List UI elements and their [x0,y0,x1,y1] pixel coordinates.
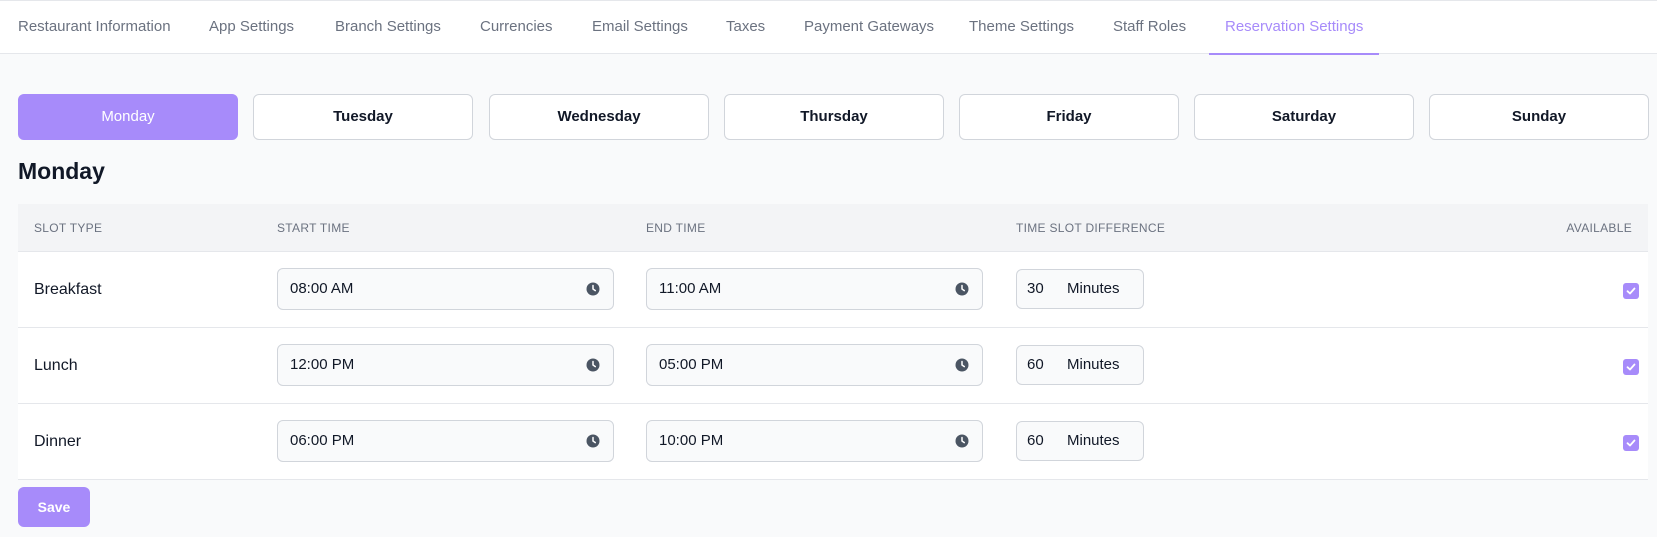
day-button-thursday[interactable]: Thursday [724,94,944,140]
start-time-input[interactable]: 08:00 AM [277,268,614,310]
end-time-value: 05:00 PM [659,356,724,373]
clock-icon[interactable] [955,434,969,448]
check-icon [1626,439,1636,447]
tab-app-settings[interactable]: App Settings [193,1,310,54]
time-slot-difference-field: 60 Minutes [1016,421,1144,461]
tab-taxes[interactable]: Taxes [710,1,781,54]
end-time-value: 10:00 PM [659,432,724,449]
save-button[interactable]: Save [18,487,90,527]
slot-type-label: Breakfast [34,281,102,298]
time-slot-unit: Minutes [1067,356,1120,373]
settings-tab-bar: Restaurant Information App Settings Bran… [0,0,1657,55]
table-row: Breakfast 08:00 AM 11:00 AM 30 Minutes [18,252,1648,328]
tab-payment-gateways[interactable]: Payment Gateways [788,1,950,54]
tab-reservation-settings[interactable]: Reservation Settings [1209,1,1380,55]
time-slot-unit: Minutes [1067,432,1120,449]
time-slot-difference-input[interactable]: 30 [1027,270,1044,308]
tab-staff-roles[interactable]: Staff Roles [1097,1,1202,54]
available-checkbox[interactable] [1623,283,1639,299]
tab-email-settings[interactable]: Email Settings [576,1,704,54]
table-row: Dinner 06:00 PM 10:00 PM 60 Minutes [18,404,1648,480]
header-available: AVAILABLE [1566,221,1632,235]
start-time-value: 08:00 AM [290,280,354,297]
tab-currencies[interactable]: Currencies [464,1,569,54]
time-slot-difference-input[interactable]: 60 [1027,422,1044,460]
time-slot-difference-field: 60 Minutes [1016,345,1144,385]
day-button-tuesday[interactable]: Tuesday [253,94,473,140]
check-icon [1626,287,1636,295]
reservation-slots-table: SLOT TYPE START TIME END TIME TIME SLOT … [18,204,1648,480]
day-button-friday[interactable]: Friday [959,94,1179,140]
table-header: SLOT TYPE START TIME END TIME TIME SLOT … [18,204,1648,252]
end-time-value: 11:00 AM [659,280,722,297]
available-checkbox[interactable] [1623,359,1639,375]
end-time-input[interactable]: 05:00 PM [646,344,983,386]
header-slot-type: SLOT TYPE [34,221,103,235]
day-button-monday[interactable]: Monday [18,94,238,140]
start-time-value: 12:00 PM [290,356,355,373]
day-button-saturday[interactable]: Saturday [1194,94,1414,140]
slot-type-label: Dinner [34,433,82,450]
time-slot-unit: Minutes [1067,280,1120,297]
header-end-time: END TIME [646,221,706,235]
start-time-input[interactable]: 06:00 PM [277,420,614,462]
tab-branch-settings[interactable]: Branch Settings [319,1,457,54]
clock-icon[interactable] [586,282,600,296]
tab-theme-settings[interactable]: Theme Settings [953,1,1090,54]
day-button-sunday[interactable]: Sunday [1429,94,1649,140]
header-start-time: START TIME [277,221,350,235]
clock-icon[interactable] [955,282,969,296]
check-icon [1626,363,1636,371]
clock-icon[interactable] [586,434,600,448]
day-button-wednesday[interactable]: Wednesday [489,94,709,140]
start-time-value: 06:00 PM [290,432,355,449]
time-slot-difference-field: 30 Minutes [1016,269,1144,309]
tab-restaurant-information[interactable]: Restaurant Information [2,1,187,54]
available-checkbox[interactable] [1623,435,1639,451]
time-slot-difference-input[interactable]: 60 [1027,346,1044,384]
slot-type-label: Lunch [34,357,78,374]
selected-day-heading: Monday [18,158,105,184]
end-time-input[interactable]: 10:00 PM [646,420,983,462]
clock-icon[interactable] [586,358,600,372]
table-row: Lunch 12:00 PM 05:00 PM 60 Minutes [18,328,1648,404]
clock-icon[interactable] [955,358,969,372]
start-time-input[interactable]: 12:00 PM [277,344,614,386]
end-time-input[interactable]: 11:00 AM [646,268,983,310]
header-time-slot-difference: TIME SLOT DIFFERENCE [1016,221,1166,235]
